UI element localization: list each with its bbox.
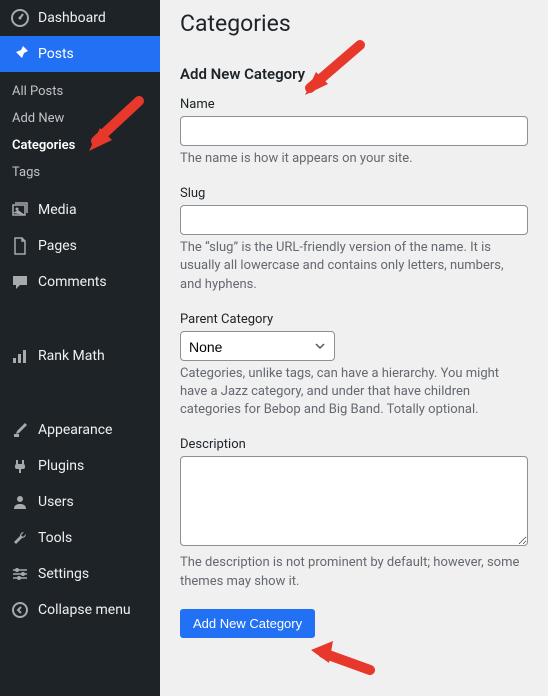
parent-label: Parent Category	[180, 312, 528, 327]
sliders-icon	[10, 564, 30, 584]
submenu-tags[interactable]: Tags	[0, 159, 160, 186]
parent-select[interactable]: None	[180, 331, 335, 361]
description-textarea[interactable]	[180, 456, 528, 546]
parent-field-row: Parent Category None Categories, unlike …	[180, 312, 528, 420]
menu-collapse[interactable]: Collapse menu	[0, 592, 160, 628]
menu-label: Dashboard	[38, 10, 106, 26]
users-icon	[10, 492, 30, 512]
menu-label: Users	[38, 494, 74, 510]
section-title: Add New Category	[180, 65, 528, 83]
menu-label: Rank Math	[38, 348, 105, 364]
slug-label: Slug	[180, 186, 528, 201]
collapse-icon	[10, 600, 30, 620]
pushpin-icon	[10, 44, 30, 64]
admin-sidebar: Dashboard Posts All Posts Add New Catego…	[0, 0, 160, 696]
slug-help: The “slug” is the URL-friendly version o…	[180, 239, 528, 294]
description-help: The description is not prominent by defa…	[180, 554, 528, 590]
dashboard-icon	[10, 8, 30, 28]
menu-media[interactable]: Media	[0, 192, 160, 228]
menu-label: Posts	[38, 46, 74, 62]
wrench-icon	[10, 528, 30, 548]
submenu-add-new[interactable]: Add New	[0, 105, 160, 132]
name-label: Name	[180, 97, 528, 112]
chart-icon	[10, 346, 30, 366]
menu-plugins[interactable]: Plugins	[0, 448, 160, 484]
menu-label: Settings	[38, 566, 89, 582]
page-title: Categories	[180, 10, 528, 37]
parent-help: Categories, unlike tags, can have a hier…	[180, 365, 528, 420]
menu-appearance[interactable]: Appearance	[0, 412, 160, 448]
menu-label: Comments	[38, 274, 107, 290]
name-help: The name is how it appears on your site.	[180, 150, 528, 168]
description-label: Description	[180, 437, 528, 452]
add-category-button[interactable]: Add New Category	[180, 609, 315, 638]
menu-tools[interactable]: Tools	[0, 520, 160, 556]
plug-icon	[10, 456, 30, 476]
menu-label: Appearance	[38, 422, 112, 438]
posts-submenu: All Posts Add New Categories Tags	[0, 72, 160, 192]
menu-label: Media	[38, 202, 77, 218]
media-icon	[10, 200, 30, 220]
menu-dashboard[interactable]: Dashboard	[0, 0, 160, 36]
menu-comments[interactable]: Comments	[0, 264, 160, 300]
submenu-categories[interactable]: Categories	[0, 132, 160, 159]
menu-users[interactable]: Users	[0, 484, 160, 520]
menu-label: Collapse menu	[38, 602, 131, 618]
submenu-all-posts[interactable]: All Posts	[0, 78, 160, 105]
pages-icon	[10, 236, 30, 256]
menu-posts[interactable]: Posts	[0, 36, 160, 72]
menu-label: Pages	[38, 238, 77, 254]
menu-label: Tools	[38, 530, 72, 546]
name-field-row: Name The name is how it appears on your …	[180, 97, 528, 168]
slug-input[interactable]	[180, 205, 528, 235]
name-input[interactable]	[180, 116, 528, 146]
slug-field-row: Slug The “slug” is the URL-friendly vers…	[180, 186, 528, 294]
description-field-row: Description The description is not promi…	[180, 437, 528, 590]
comments-icon	[10, 272, 30, 292]
brush-icon	[10, 420, 30, 440]
menu-label: Plugins	[38, 458, 84, 474]
menu-settings[interactable]: Settings	[0, 556, 160, 592]
menu-rank-math[interactable]: Rank Math	[0, 338, 160, 374]
main-content: Categories Add New Category Name The nam…	[160, 0, 548, 696]
menu-pages[interactable]: Pages	[0, 228, 160, 264]
